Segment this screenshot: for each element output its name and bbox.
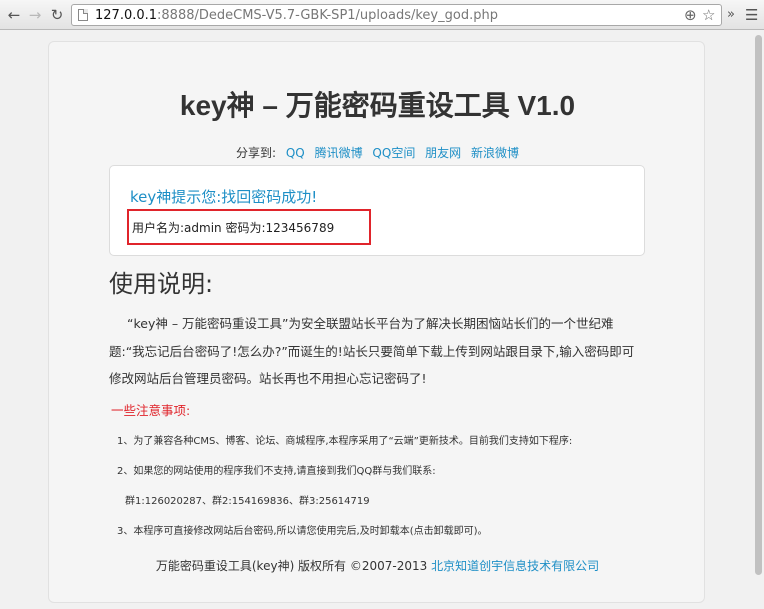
share-link-tencent-weibo[interactable]: 腾讯微博 [315,146,363,160]
star-icon[interactable]: ☆ [702,6,715,25]
back-arrow-icon[interactable]: ← [4,5,24,25]
footer-text: 万能密码重设工具(key神) 版权所有 ©2007-2013 [155,559,432,573]
more-button[interactable]: » [727,5,735,25]
intro-paragraph: “key神 – 万能密码重设工具”为安全联盟站长平台为了解决长期困恼站长们的一个… [109,316,635,386]
page-icon [78,9,88,21]
qq-groups: 群1:126020287、群2:154169836、群3:25614719 [125,496,370,507]
main-card: key神 – 万能密码重设工具 V1.0 分享到: QQ 腾讯微博 QQ空间 朋… [48,41,705,603]
usage-heading: 使用说明: [109,270,214,298]
result-box: key神提示您:找回密码成功! 用户名为:admin 密码为:123456789 [109,165,645,256]
note-item: 1、为了兼容各种CMS、博客、论坛、商城程序,本程序采用了“云端”更新技术。目前… [117,436,573,447]
url-text[interactable]: 127.0.0.1:8888/DedeCMS-V5.7-GBK-SP1/uplo… [95,7,498,24]
share-bar: 分享到: QQ 腾讯微博 QQ空间 朋友网 新浪微博 [49,144,706,161]
share-link-pengyou[interactable]: 朋友网 [425,146,461,160]
share-link-qzone[interactable]: QQ空间 [372,146,415,160]
page-title: key神 – 万能密码重设工具 V1.0 [179,90,576,121]
menu-icon[interactable]: ☰ [745,5,758,25]
share-link-qq[interactable]: QQ [286,146,305,160]
scrollbar[interactable] [753,31,764,609]
notice-title: 一些注意事项: [111,403,191,418]
share-label: 分享到: [235,146,277,160]
forward-arrow-icon[interactable]: → [25,5,45,25]
address-bar[interactable]: 127.0.0.1:8888/DedeCMS-V5.7-GBK-SP1/uplo… [71,4,722,26]
footer-company-link[interactable]: 北京知道创宇信息技术有限公司 [431,559,599,573]
note-item: 2、如果您的网站使用的程序我们不支持,请直接到我们QQ群与我们联系: [117,466,436,477]
scrollbar-thumb[interactable] [755,35,762,575]
reload-icon[interactable]: ↻ [47,5,67,25]
result-message: key神提示您:找回密码成功! [130,188,318,206]
footer: 万能密码重设工具(key神) 版权所有 ©2007-2013 北京知道创宇信息技… [49,557,706,574]
share-link-sina-weibo[interactable]: 新浪微博 [471,146,519,160]
browser-toolbar: ← → ↻ 127.0.0.1:8888/DedeCMS-V5.7-GBK-SP… [0,0,764,30]
zoom-icon[interactable]: ⊕ [684,6,697,25]
credentials-highlight: 用户名为:admin 密码为:123456789 [127,209,371,245]
credentials-text: 用户名为:admin 密码为:123456789 [132,221,335,235]
note-item: 3、本程序可直接修改网站后台密码,所以请您使用完后,及时卸载本(点击卸载即可)。 [117,526,488,537]
